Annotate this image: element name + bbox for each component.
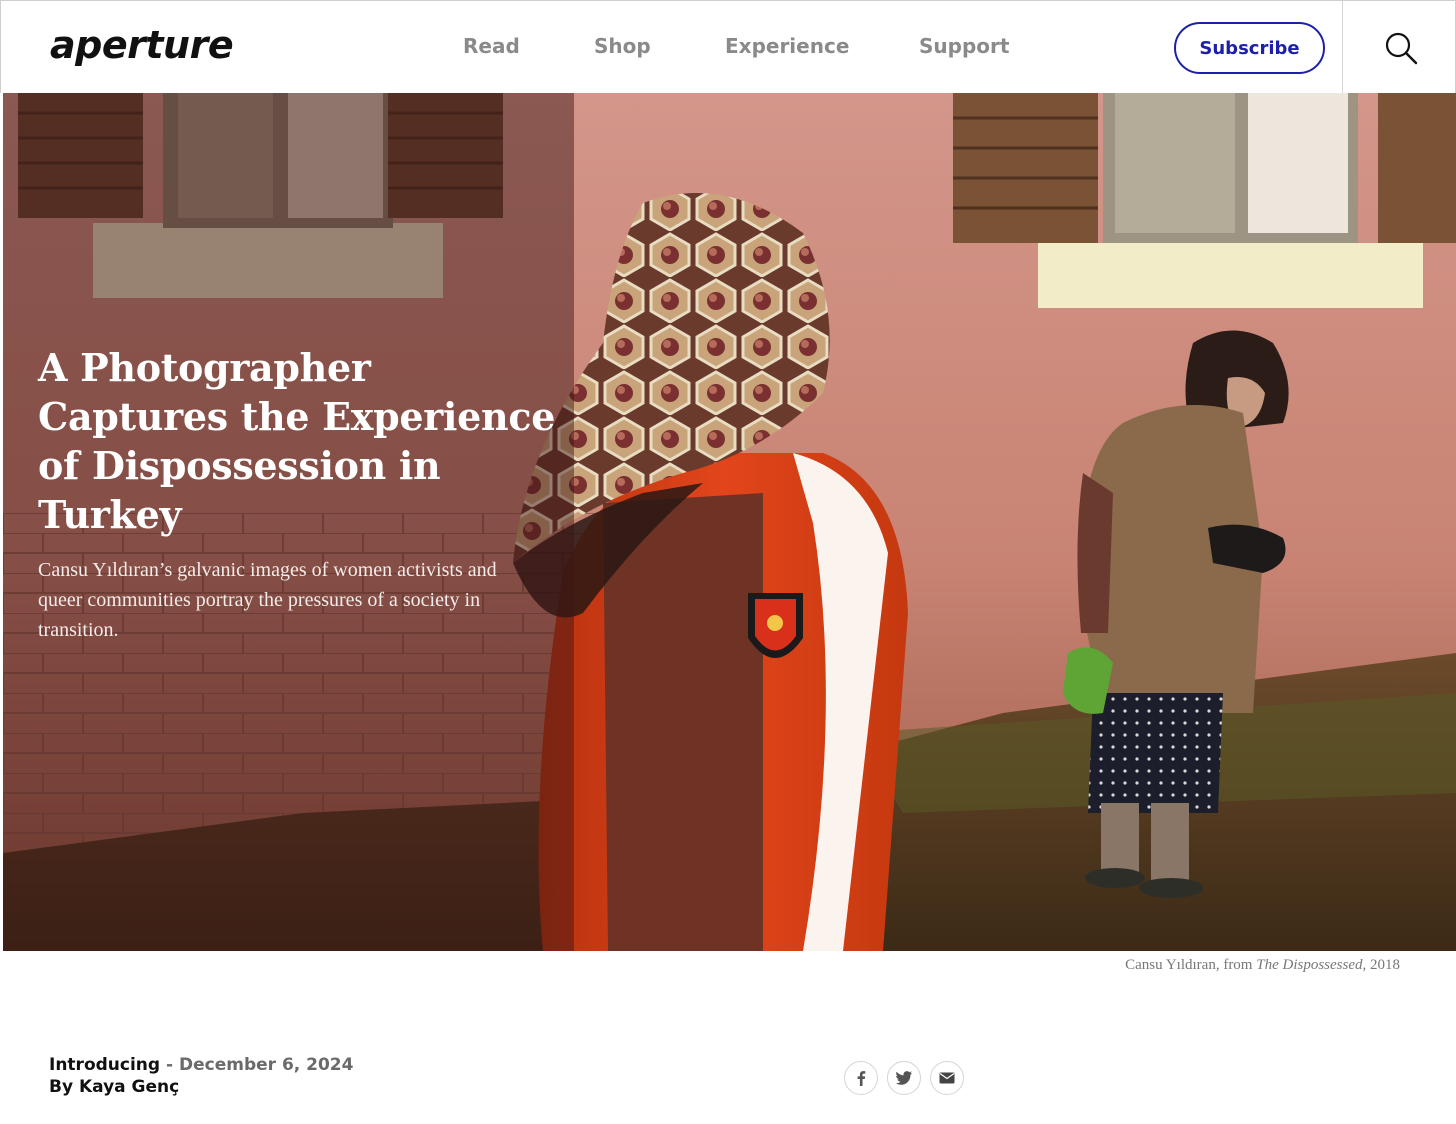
byline-separator: - [160, 1055, 179, 1075]
share-twitter-button[interactable] [887, 1061, 921, 1095]
hero: A Photographer Captures the Experience o… [3, 93, 1456, 951]
aperture-logo[interactable]: aperture [50, 21, 234, 69]
header-divider [1342, 1, 1343, 94]
search-button[interactable] [1381, 28, 1421, 68]
author-link[interactable]: By Kaya Genç [49, 1076, 353, 1098]
twitter-icon [896, 1071, 912, 1085]
photo-caption: Cansu Yıldıran, from The Dispossessed, 2… [1125, 957, 1400, 974]
article-dek: Cansu Yıldıran’s galvanic images of wome… [38, 559, 497, 641]
category-link[interactable]: Introducing [49, 1055, 160, 1075]
nav-experience[interactable]: Experience [725, 31, 849, 61]
email-icon [939, 1072, 955, 1084]
caption-year: , 2018 [1362, 957, 1401, 973]
caption-work-title: The Dispossessed [1256, 957, 1363, 973]
caption-credit: Cansu Yıldıran, from [1125, 957, 1257, 973]
article-title: A Photographer Captures the Experience o… [38, 345, 556, 537]
share-email-button[interactable] [930, 1061, 964, 1095]
nav-shop[interactable]: Shop [594, 31, 651, 61]
nav-support[interactable]: Support [919, 31, 1009, 61]
publish-date: December 6, 2024 [178, 1055, 354, 1075]
site-header: aperture Read Shop Experience Support Su… [0, 0, 1456, 94]
nav-read[interactable]: Read [463, 31, 520, 61]
subscribe-button[interactable]: Subscribe [1174, 22, 1325, 74]
search-icon [1385, 32, 1418, 65]
share-facebook-button[interactable] [844, 1061, 878, 1095]
facebook-icon [857, 1071, 866, 1086]
article-byline: Introducing - December 6, 2024 By Kaya G… [49, 1054, 353, 1098]
